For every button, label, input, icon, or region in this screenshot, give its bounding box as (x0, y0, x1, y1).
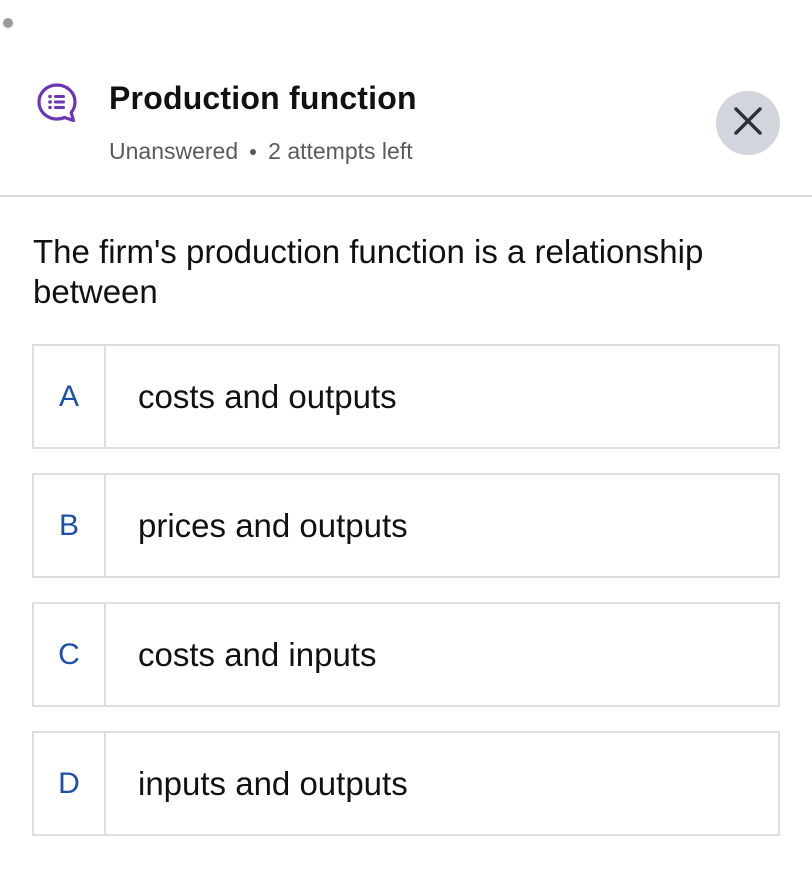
answer-option-b[interactable]: B prices and outputs (32, 473, 780, 578)
page-title: Production function (109, 80, 417, 116)
option-text: costs and outputs (138, 377, 397, 415)
option-text: prices and outputs (138, 506, 408, 544)
separator-dot (250, 148, 257, 155)
close-button[interactable] (716, 91, 780, 155)
option-text: costs and inputs (138, 635, 377, 673)
question-status: Unanswered 2 attempts left (109, 138, 413, 165)
answer-option-d[interactable]: D inputs and outputs (32, 731, 780, 836)
option-letter: C (34, 604, 106, 705)
status-text: Unanswered (109, 138, 239, 164)
close-icon (733, 106, 763, 141)
option-letter: A (34, 346, 106, 447)
attempts-text: 2 attempts left (268, 138, 413, 164)
quiz-chat-icon (36, 82, 78, 124)
option-text: inputs and outputs (138, 764, 408, 802)
answer-options: A costs and outputs B prices and outputs… (32, 344, 780, 860)
question-text: The firm's production function is a rela… (33, 233, 704, 310)
question-header: Production function Unanswered 2 attempt… (0, 0, 812, 197)
option-letter: D (34, 733, 106, 834)
answer-option-c[interactable]: C costs and inputs (32, 602, 780, 707)
answer-option-a[interactable]: A costs and outputs (32, 344, 780, 449)
option-letter: B (34, 475, 106, 576)
